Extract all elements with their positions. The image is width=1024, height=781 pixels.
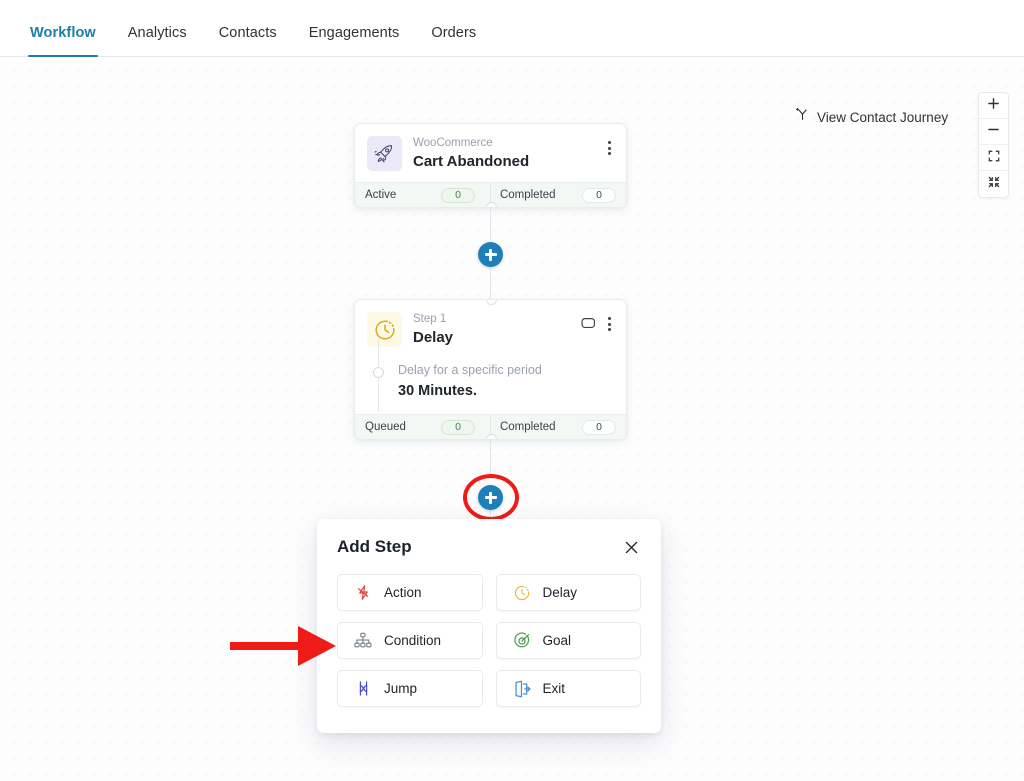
add-step-option-action-label: Action — [384, 585, 422, 600]
node-trigger-cart-abandoned[interactable]: WooCommerce Cart Abandoned Active 0 Comp… — [354, 123, 627, 208]
trigger-node-header: WooCommerce Cart Abandoned — [355, 124, 626, 182]
delay-body-texts: Delay for a specific period 30 Minutes. — [398, 362, 542, 401]
trigger-title: Cart Abandoned — [413, 153, 530, 170]
minus-icon — [987, 123, 1000, 141]
connector-delay-to-add — [490, 437, 492, 477]
tab-orders-label: Orders — [431, 25, 477, 41]
delay-node-texts: Step 1 Delay — [413, 312, 581, 347]
trigger-stat-completed-label: Completed — [499, 189, 556, 201]
trigger-node-actions — [605, 136, 614, 157]
add-step-panel-title: Add Step — [337, 537, 412, 556]
trigger-stat-completed: Completed 0 — [499, 187, 616, 203]
add-step-button-lower[interactable] — [478, 485, 503, 510]
delay-stat-queued: Queued 0 — [365, 419, 481, 435]
kebab-menu-icon[interactable] — [605, 139, 614, 157]
add-step-option-goal-label: Goal — [542, 633, 572, 648]
view-contact-journey-button[interactable]: View Contact Journey — [795, 107, 948, 127]
delay-stat-completed: Completed 0 — [499, 419, 616, 435]
delay-body-port — [373, 338, 384, 412]
delay-duration: 30 Minutes. — [398, 383, 477, 399]
delay-title: Delay — [413, 329, 454, 346]
delay-output-port[interactable] — [486, 434, 497, 439]
trigger-stat-active-value: 0 — [441, 187, 476, 203]
hierarchy-icon — [354, 632, 372, 650]
zoom-out-button[interactable] — [979, 119, 1008, 145]
add-step-option-action[interactable]: Action — [337, 574, 483, 611]
delay-stat-completed-value: 0 — [581, 419, 616, 435]
add-step-option-exit[interactable]: Exit — [495, 670, 641, 707]
trigger-source-label: WooCommerce — [413, 137, 493, 149]
add-step-panel: Add Step Action Delay Condition Goal Jum… — [317, 519, 661, 733]
exit-icon — [513, 680, 531, 698]
delay-stat-completed-label: Completed — [499, 421, 556, 433]
add-step-options-grid: Action Delay Condition Goal Jump Exit — [337, 574, 641, 707]
tab-workflow[interactable]: Workflow — [14, 25, 112, 57]
tab-analytics-label: Analytics — [127, 25, 187, 41]
branch-icon — [795, 107, 810, 127]
top-navigation-bar: Workflow Analytics Contacts Engagements … — [0, 0, 1024, 57]
trigger-output-port[interactable] — [486, 202, 497, 207]
collapse-view-button[interactable] — [979, 171, 1008, 197]
tab-contacts[interactable]: Contacts — [203, 25, 293, 56]
jump-icon — [354, 680, 372, 698]
comment-icon[interactable] — [581, 317, 596, 331]
trigger-stat-active-label: Active — [365, 189, 397, 201]
delay-stat-queued-label: Queued — [365, 421, 406, 433]
tab-analytics[interactable]: Analytics — [112, 25, 203, 56]
add-step-option-exit-label: Exit — [542, 681, 566, 696]
clock-icon — [513, 584, 531, 602]
add-step-button-upper[interactable] — [478, 242, 503, 267]
fit-view-button[interactable] — [979, 145, 1008, 171]
delay-node-header: Step 1 Delay — [355, 300, 626, 358]
view-contact-journey-label: View Contact Journey — [817, 109, 949, 125]
tab-orders[interactable]: Orders — [415, 25, 492, 56]
collapse-icon — [988, 175, 1000, 193]
delay-step-label: Step 1 — [413, 313, 447, 325]
tab-engagements[interactable]: Engagements — [293, 25, 416, 56]
node-step-1-delay[interactable]: Step 1 Delay Delay for a specific period… — [354, 299, 627, 440]
plus-icon — [987, 97, 1000, 115]
workflow-canvas[interactable]: View Contact Journey WooCommerce Cart Ab… — [0, 57, 1024, 781]
rocket-icon — [367, 136, 402, 171]
close-icon[interactable] — [622, 538, 641, 557]
zoom-controls — [978, 92, 1009, 198]
delay-description: Delay for a specific period — [398, 363, 542, 377]
delay-node-actions — [581, 312, 614, 333]
add-step-option-goal[interactable]: Goal — [495, 622, 641, 659]
add-step-option-condition-label: Condition — [384, 633, 442, 648]
delay-node-body: Delay for a specific period 30 Minutes. — [355, 338, 626, 414]
lightning-icon — [354, 584, 372, 602]
tab-workflow-label: Workflow — [30, 25, 96, 41]
add-step-option-condition[interactable]: Condition — [337, 622, 483, 659]
add-step-panel-header: Add Step — [337, 537, 641, 557]
target-icon — [513, 631, 531, 650]
add-step-option-jump[interactable]: Jump — [337, 670, 483, 707]
tab-contacts-label: Contacts — [218, 25, 277, 41]
trigger-stat-active: Active 0 — [365, 187, 481, 203]
add-step-option-delay-label: Delay — [542, 585, 578, 600]
kebab-menu-icon[interactable] — [605, 315, 614, 333]
trigger-node-texts: WooCommerce Cart Abandoned — [413, 136, 605, 171]
clock-icon — [367, 312, 402, 347]
add-step-option-delay[interactable]: Delay — [495, 574, 641, 611]
zoom-in-button[interactable] — [979, 93, 1008, 119]
expand-icon — [988, 149, 1000, 167]
delay-stat-queued-value: 0 — [441, 419, 476, 435]
add-step-option-jump-label: Jump — [384, 681, 418, 696]
trigger-stat-completed-value: 0 — [581, 187, 616, 203]
tab-engagements-label: Engagements — [308, 25, 400, 41]
